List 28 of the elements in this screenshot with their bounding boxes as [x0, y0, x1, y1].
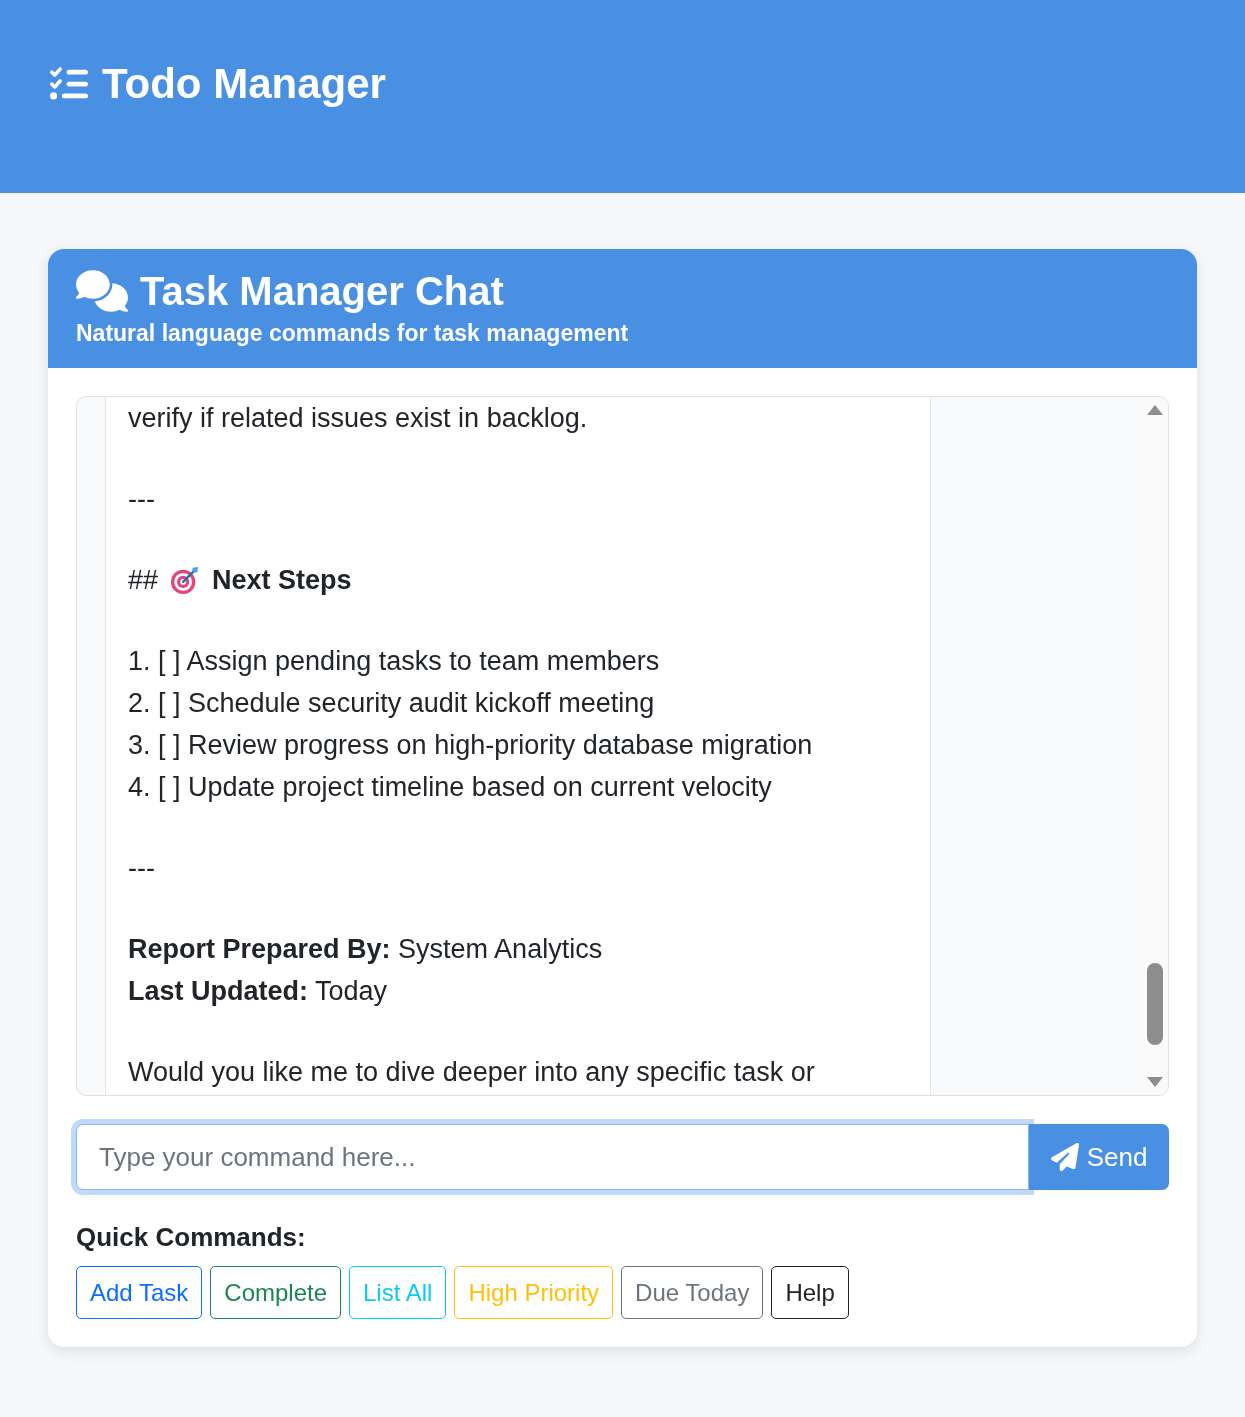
message-text: verify if related issues exist in backlog. [128, 402, 588, 435]
scroll-up-icon[interactable] [1147, 405, 1163, 415]
send-icon [1050, 1143, 1079, 1171]
list-item: 1. [ ] Assign pending tasks to team members [128, 645, 660, 678]
app-title: Todo Manager [102, 59, 386, 109]
chat-title: Task Manager Chat [140, 268, 504, 315]
report-detail: Report Prepared By: System Analytics [128, 933, 603, 966]
heading-marker: ## [128, 564, 159, 597]
quick-command-button[interactable]: Help [771, 1266, 849, 1319]
chat-subtitle: Natural language commands for task management [76, 319, 629, 348]
list-item: 3. [ ] Review progress on high-priority database migration [128, 729, 813, 762]
quick-command-button[interactable]: Add Task [76, 1266, 203, 1319]
send-button[interactable]: Send [1029, 1124, 1169, 1190]
message-text: Would you like me to dive deeper into any specific task or [128, 1056, 815, 1089]
scrollbar-thumb[interactable] [1147, 963, 1163, 1045]
list-item: 2. [ ] Schedule security audit kickoff meeting [128, 687, 655, 720]
command-input[interactable]: Type your command here... [76, 1124, 1029, 1190]
list-item: 4. [ ] Update project timeline based on current velocity [128, 771, 772, 804]
quick-command-button[interactable]: Complete [210, 1266, 341, 1319]
separator-text: --- [128, 852, 155, 885]
quick-commands-label: Quick Commands: [76, 1221, 306, 1253]
separator-text: --- [128, 483, 155, 516]
heading-text: Next Steps [212, 564, 352, 597]
report-detail: Last Updated: Today [128, 975, 388, 1008]
target-icon [170, 565, 201, 595]
chat-bubbles-icon [76, 270, 128, 312]
quick-command-button[interactable]: Due Today [621, 1266, 764, 1319]
scroll-down-icon[interactable] [1147, 1077, 1163, 1087]
